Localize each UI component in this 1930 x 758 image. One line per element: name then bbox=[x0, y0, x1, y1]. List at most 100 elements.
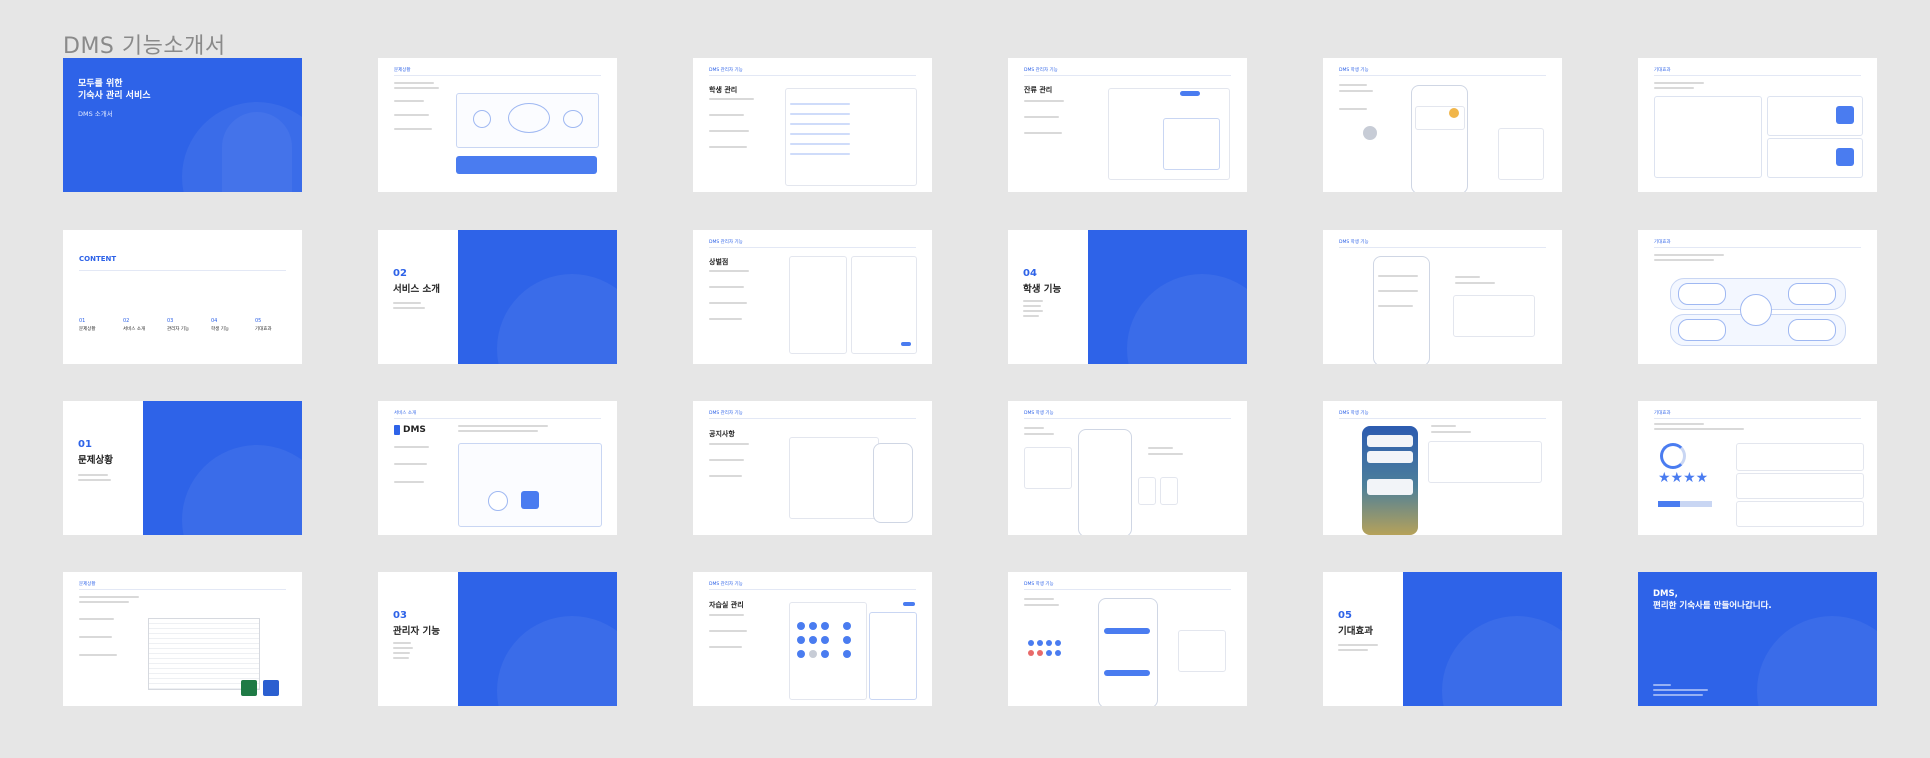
slide-section-03[interactable]: 03 관리자 기능 bbox=[378, 572, 617, 706]
decor-shape bbox=[222, 112, 292, 192]
section-number: 02 bbox=[393, 268, 407, 279]
slide-admin-stay[interactable]: DMS 관리자 기능 잔류 관리 bbox=[1008, 58, 1247, 192]
slide-problem-excel[interactable]: 문제상황 bbox=[63, 572, 302, 706]
divider bbox=[1654, 418, 1861, 419]
slide-ending[interactable]: DMS, 편리한 기숙사를 만들어나갑니다. bbox=[1638, 572, 1877, 706]
callout-box bbox=[1428, 441, 1542, 483]
diagram-node bbox=[508, 103, 550, 133]
divider bbox=[1339, 75, 1546, 76]
list-mock bbox=[851, 256, 917, 354]
document-title: DMS 기능소개서 bbox=[63, 34, 226, 59]
slide-student-c[interactable]: DMS 학생 기능 bbox=[1008, 401, 1247, 535]
editor-mock bbox=[789, 437, 879, 519]
widget-card bbox=[1367, 435, 1413, 447]
toc-num: 04 bbox=[211, 318, 218, 324]
section-cover-panel bbox=[458, 230, 617, 364]
slide-admin-point[interactable]: DMS 관리자 기능 상벌점 bbox=[693, 230, 932, 364]
calendar-mock bbox=[1024, 447, 1072, 489]
divider bbox=[1339, 418, 1546, 419]
avatar bbox=[1363, 126, 1377, 140]
divider bbox=[1654, 75, 1861, 76]
phone-mock bbox=[1373, 256, 1430, 364]
slide-header: DMS 학생 기능 bbox=[1339, 68, 1369, 73]
slide-cover[interactable]: 모두를 위한 기숙사 관리 서비스 DMS 소개서 bbox=[63, 58, 302, 192]
rating-stars: ★★★★ bbox=[1658, 467, 1708, 486]
section-title: 기대효과 bbox=[1338, 626, 1373, 637]
slide-header: 문제상황 bbox=[394, 68, 411, 73]
phone-mock bbox=[1411, 85, 1468, 192]
progress-bar bbox=[1658, 501, 1712, 507]
divider bbox=[709, 418, 916, 419]
flow-node bbox=[1678, 283, 1726, 305]
divider bbox=[1024, 75, 1231, 76]
excel-icon bbox=[241, 680, 257, 696]
slide-contents[interactable]: CONTENT 01 문제상황 02 서비스 소개 03 관리자 기능 04 학… bbox=[63, 230, 302, 364]
section-title: 학생 기능 bbox=[1023, 284, 1062, 295]
button-mock bbox=[901, 342, 911, 346]
toc-title[interactable]: 관리자 기능 bbox=[167, 326, 189, 332]
toc-num: 03 bbox=[167, 318, 174, 324]
toc-title[interactable]: 기대효과 bbox=[255, 326, 272, 332]
section-title: 문제상황 bbox=[78, 455, 113, 466]
divider bbox=[1024, 418, 1231, 419]
logo-text: DMS bbox=[403, 425, 426, 435]
exchange-icon bbox=[1836, 106, 1854, 124]
widget-card bbox=[1367, 479, 1413, 495]
section-number: 04 bbox=[1023, 268, 1037, 279]
slide-admin-notice[interactable]: DMS 관리자 기능 공지사항 bbox=[693, 401, 932, 535]
popup-mock bbox=[1163, 118, 1220, 170]
divider bbox=[1654, 247, 1861, 248]
divider bbox=[709, 75, 916, 76]
divider bbox=[709, 589, 916, 590]
diagram-node bbox=[488, 491, 508, 511]
toc-title[interactable]: 서비스 소개 bbox=[123, 326, 145, 332]
slide-header: 문제상황 bbox=[79, 582, 96, 587]
flow-node bbox=[1788, 283, 1836, 305]
toc-title[interactable]: 학생 기능 bbox=[211, 326, 229, 332]
slide-admin-study[interactable]: DMS 관리자 기능 자습실 관리 bbox=[693, 572, 932, 706]
slide-header: DMS 관리자 기능 bbox=[709, 411, 743, 416]
slide-student-b[interactable]: DMS 학생 기능 bbox=[1323, 230, 1562, 364]
slide-title: 학생 관리 bbox=[709, 86, 738, 94]
slide-header: DMS 관리자 기능 bbox=[709, 582, 743, 587]
slide-effect-a[interactable]: 기대효과 bbox=[1638, 58, 1877, 192]
slide-header: DMS 관리자 기능 bbox=[709, 240, 743, 245]
list-mock bbox=[869, 612, 917, 700]
slide-student-a[interactable]: DMS 학생 기능 bbox=[1323, 58, 1562, 192]
divider bbox=[1024, 589, 1231, 590]
slide-header: 서비스 소개 bbox=[394, 411, 417, 416]
slide-problem-diagram[interactable]: 문제상황 bbox=[378, 58, 617, 192]
slide-title: 상벌점 bbox=[709, 258, 729, 266]
word-icon bbox=[263, 680, 279, 696]
callout-box bbox=[1453, 295, 1535, 337]
slide-effect-c[interactable]: 기대효과 ★★★★ bbox=[1638, 401, 1877, 535]
slide-section-02[interactable]: 02 서비스 소개 bbox=[378, 230, 617, 364]
phone-mock bbox=[1098, 598, 1158, 706]
toc-title[interactable]: 문제상황 bbox=[79, 326, 96, 332]
divider bbox=[79, 589, 286, 590]
button-mock bbox=[1104, 628, 1150, 634]
card-mock bbox=[1736, 501, 1864, 527]
lock-icon bbox=[1836, 148, 1854, 166]
slide-header: DMS 학생 기능 bbox=[1339, 240, 1369, 245]
slide-title: 자습실 관리 bbox=[709, 601, 744, 609]
slide-service[interactable]: 서비스 소개 DMS bbox=[378, 401, 617, 535]
slide-effect-b[interactable]: 기대효과 bbox=[1638, 230, 1877, 364]
cover-subtitle: DMS 소개서 bbox=[78, 110, 113, 118]
divider bbox=[394, 75, 601, 76]
slide-admin-student[interactable]: DMS 관리자 기능 학생 관리 bbox=[693, 58, 932, 192]
slide-section-04[interactable]: 04 학생 기능 bbox=[1008, 230, 1247, 364]
slide-student-d[interactable]: DMS 학생 기능 bbox=[1323, 401, 1562, 535]
diagram-box bbox=[458, 443, 602, 527]
button-mock bbox=[1180, 91, 1200, 96]
contents-label: CONTENT bbox=[79, 255, 117, 263]
widget-card bbox=[1367, 451, 1413, 463]
ending-title-line2: 편리한 기숙사를 만들어나갑니다. bbox=[1653, 601, 1772, 611]
slide-header: DMS 학생 기능 bbox=[1024, 411, 1054, 416]
slide-section-05[interactable]: 05 기대효과 bbox=[1323, 572, 1562, 706]
button-mock bbox=[1104, 670, 1150, 676]
info-banner bbox=[456, 156, 597, 174]
slide-section-01[interactable]: 01 문제상황 bbox=[63, 401, 302, 535]
section-title: 서비스 소개 bbox=[393, 284, 441, 295]
slide-student-e[interactable]: DMS 학생 기능 bbox=[1008, 572, 1247, 706]
